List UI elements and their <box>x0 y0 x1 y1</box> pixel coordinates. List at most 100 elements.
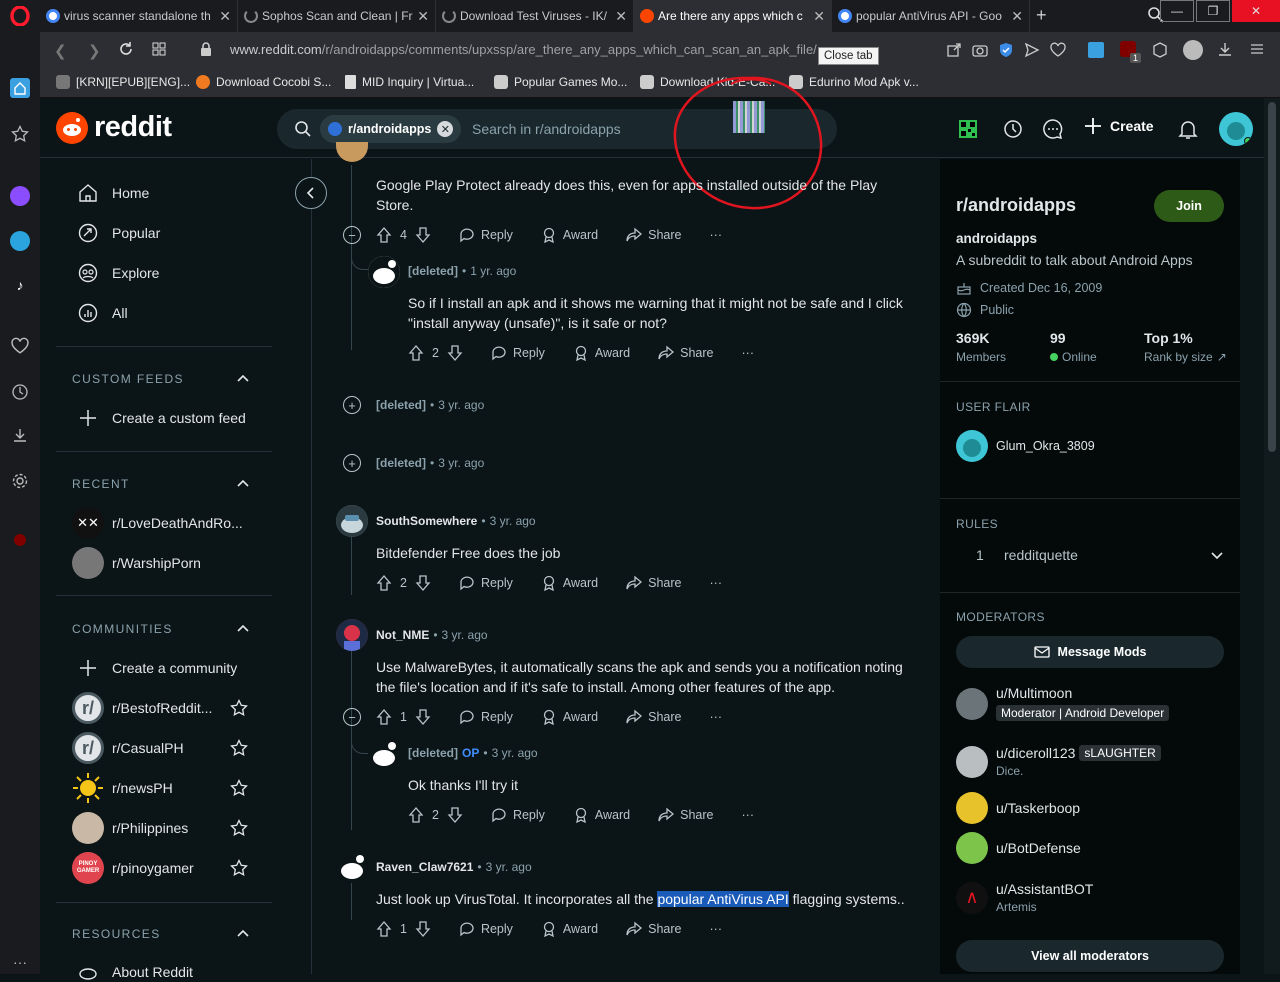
bookmark[interactable]: MID Inquiry | Virtua... <box>345 75 474 89</box>
ublock-sidebar-icon[interactable] <box>14 534 26 546</box>
community-item[interactable]: r/newsPH <box>72 772 173 804</box>
star-icon[interactable] <box>230 699 248 717</box>
clear-chip-icon[interactable]: ✕ <box>437 121 454 137</box>
share-page-icon[interactable] <box>946 42 962 58</box>
stat-rank-label[interactable]: Rank by size ↗ <box>1144 350 1227 364</box>
settings-gear-icon[interactable] <box>10 471 30 491</box>
messenger-icon[interactable] <box>10 186 30 206</box>
moderator-item[interactable]: u/BotDefense <box>956 832 1081 864</box>
upvote-icon[interactable] <box>408 807 424 823</box>
recent-item[interactable]: ✕✕ r/LoveDeathAndRo... <box>72 507 243 539</box>
create-custom-feed[interactable]: Create a custom feed <box>78 408 246 428</box>
nav-popular[interactable]: Popular <box>78 223 160 243</box>
minimize-icon[interactable]: — <box>1160 0 1194 22</box>
upvote-icon[interactable] <box>408 345 424 361</box>
join-button[interactable]: Join <box>1154 190 1224 222</box>
chat-icon[interactable] <box>1042 118 1064 140</box>
more-options-icon[interactable]: ··· <box>710 710 723 724</box>
reply-button[interactable]: Reply <box>459 227 513 243</box>
moderator-item[interactable]: u/diceroll123 sLAUGHTER Dice. <box>956 745 1161 778</box>
chevron-up-icon[interactable] <box>236 371 250 385</box>
rule-item[interactable]: 1 redditquette <box>956 538 1224 572</box>
collapse-thread-icon[interactable]: − <box>343 226 361 244</box>
speed-dial-icon[interactable] <box>10 78 30 98</box>
share-button[interactable]: Share <box>626 709 682 725</box>
close-tab-icon[interactable]: ✕ <box>219 8 231 25</box>
upvote-icon[interactable] <box>376 575 392 591</box>
reply-button[interactable]: Reply <box>459 921 513 937</box>
search-scope-chip[interactable]: r/androidapps ✕ <box>320 115 462 143</box>
star-icon[interactable] <box>230 819 248 837</box>
moderator-item[interactable]: u/Taskerboop <box>956 792 1080 824</box>
more-sidebar-icon[interactable]: ··· <box>10 952 30 972</box>
message-mods-button[interactable]: Message Mods <box>956 636 1224 668</box>
downvote-icon[interactable] <box>447 345 463 361</box>
bookmarks-star-icon[interactable] <box>10 124 30 144</box>
award-button[interactable]: Award <box>541 575 598 591</box>
share-button[interactable]: Share <box>658 807 714 823</box>
nav-explore[interactable]: Explore <box>78 263 159 283</box>
user-avatar[interactable] <box>336 142 368 162</box>
upvote-icon[interactable] <box>376 709 392 725</box>
bookmark[interactable]: Popular Games Mo... <box>494 75 627 89</box>
more-options-icon[interactable]: ··· <box>710 228 723 242</box>
expand-thread-icon[interactable]: + <box>343 396 361 414</box>
downloads-icon[interactable] <box>10 425 30 445</box>
extensions-cube-icon[interactable] <box>1152 42 1168 58</box>
award-button[interactable]: Award <box>541 709 598 725</box>
user-avatar[interactable] <box>1219 112 1253 146</box>
nav-all[interactable]: All <box>78 303 128 323</box>
reddit-logo[interactable]: reddit <box>56 111 172 144</box>
nav-home[interactable]: Home <box>78 183 149 203</box>
reload-icon[interactable] <box>118 41 134 57</box>
award-button[interactable]: Award <box>573 807 630 823</box>
user-flair[interactable]: Glum_Okra_3809 <box>956 430 1095 462</box>
profile-icon[interactable] <box>1183 40 1203 60</box>
resources-header[interactable]: RESOURCES <box>72 927 161 941</box>
reply-button[interactable]: Reply <box>459 575 513 591</box>
downvote-icon[interactable] <box>415 921 431 937</box>
user-avatar[interactable] <box>336 851 368 883</box>
url-field[interactable]: www.reddit.com/r/androidapps/comments/up… <box>230 42 817 57</box>
star-icon[interactable] <box>230 859 248 877</box>
scrollbar-thumb[interactable] <box>1268 102 1276 452</box>
notifications-bell-icon[interactable] <box>1177 118 1199 140</box>
downvote-icon[interactable] <box>415 227 431 243</box>
chevron-up-icon[interactable] <box>236 926 250 940</box>
create-community[interactable]: Create a community <box>78 658 237 678</box>
create-button[interactable]: Create <box>1084 117 1154 135</box>
browser-tab[interactable]: popular AntiVirus API - Goo ✕ <box>832 0 1030 32</box>
downvote-icon[interactable] <box>447 807 463 823</box>
user-avatar[interactable] <box>336 505 368 537</box>
deleted-user-avatar[interactable] <box>368 738 400 770</box>
downvote-icon[interactable] <box>415 575 431 591</box>
chevron-up-icon[interactable] <box>236 621 250 635</box>
forward-icon[interactable]: ❯ <box>88 42 101 60</box>
maximize-icon[interactable]: ❐ <box>1196 0 1230 22</box>
award-button[interactable]: Award <box>541 227 598 243</box>
browser-tab-active[interactable]: Are there any apps which c ✕ <box>634 0 832 32</box>
nav-about-reddit[interactable]: About Reddit <box>78 962 193 982</box>
send-icon[interactable] <box>1024 42 1040 58</box>
share-button[interactable]: Share <box>626 227 682 243</box>
more-options-icon[interactable]: ··· <box>742 346 755 360</box>
bookmark[interactable]: Download Cocobi S... <box>196 75 331 89</box>
close-tab-icon[interactable]: ✕ <box>1011 8 1023 25</box>
advertise-icon[interactable] <box>1002 118 1024 140</box>
browser-tab[interactable]: Sophos Scan and Clean | Fr ✕ <box>238 0 436 32</box>
moderator-item[interactable]: ∧ u/AssistantBOT Artemis <box>956 881 1093 914</box>
telegram-icon[interactable] <box>10 231 30 251</box>
tiktok-icon[interactable]: ♪ <box>10 275 30 295</box>
new-tab-button[interactable]: + <box>1036 5 1047 26</box>
browser-tab[interactable]: virus scanner standalone th ✕ <box>40 0 238 32</box>
my-flow-heart-icon[interactable] <box>10 336 30 356</box>
recent-item[interactable]: r/WarshipPorn <box>72 547 201 579</box>
moderator-item[interactable]: u/Multimoon Moderator | Android Developer <box>956 685 1170 722</box>
collapse-thread-icon[interactable]: − <box>343 708 361 726</box>
community-item[interactable]: r/ r/CasualPH <box>72 732 184 764</box>
recent-header[interactable]: RECENT <box>72 477 130 491</box>
tab-grid-icon[interactable] <box>152 42 166 56</box>
communities-header[interactable]: COMMUNITIES <box>72 622 173 636</box>
more-options-icon[interactable]: ··· <box>742 808 755 822</box>
download-icon[interactable] <box>1217 41 1233 57</box>
